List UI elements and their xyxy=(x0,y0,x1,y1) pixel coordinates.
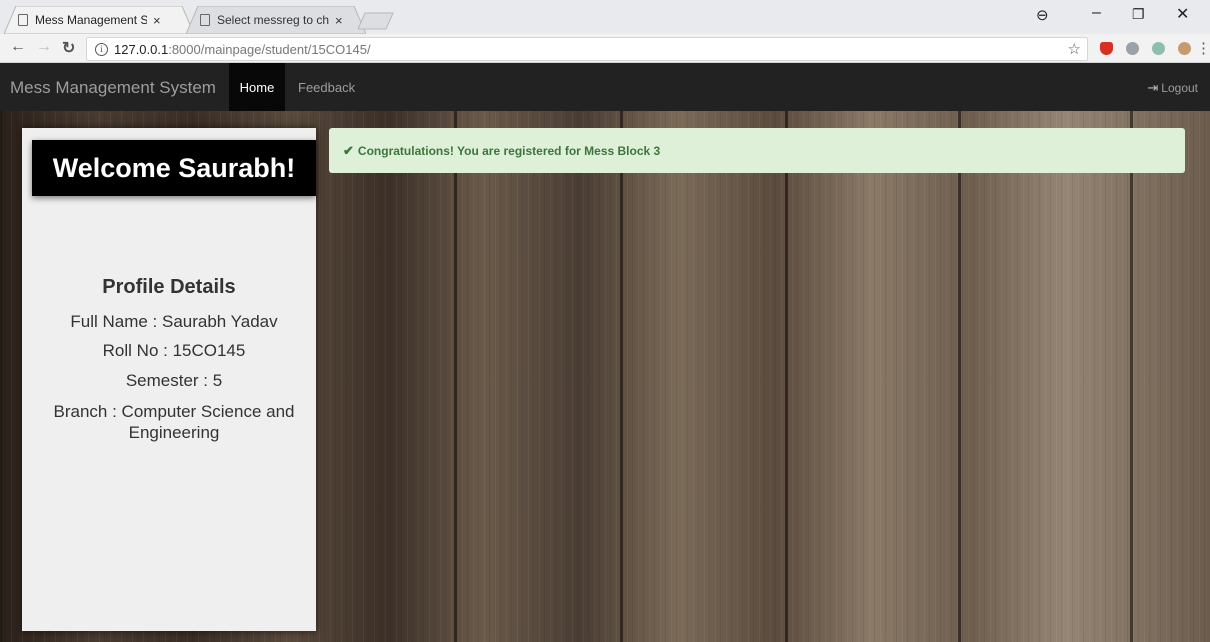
profile-roll-no: Roll No : 15CO145 xyxy=(102,341,246,360)
plank-divider xyxy=(785,111,788,642)
restore-icon[interactable]: ❐ xyxy=(1132,6,1145,23)
profile-icon[interactable]: ⊖ xyxy=(1036,6,1049,24)
plank-divider xyxy=(620,111,623,642)
extension-icon[interactable] xyxy=(1152,42,1165,55)
back-arrow-icon[interactable]: ← xyxy=(10,38,26,56)
shield-extension-icon[interactable] xyxy=(1100,42,1113,55)
menu-icon[interactable]: ⋮ xyxy=(1196,39,1210,57)
logout-link[interactable]: ⇥ Logout xyxy=(1147,80,1198,96)
window-close-icon[interactable]: ✕ xyxy=(1176,4,1189,24)
profile-semester: Semester : 5 xyxy=(125,371,223,390)
extension-icon[interactable] xyxy=(1126,42,1139,55)
nav-feedback[interactable]: Feedback xyxy=(298,80,355,95)
forward-arrow-icon[interactable]: → xyxy=(36,38,52,56)
site-navbar: Mess Management System Home Feedback ⇥ L… xyxy=(0,63,1210,111)
check-icon: ✔ xyxy=(343,142,354,158)
plank-divider xyxy=(1130,111,1133,642)
plank-divider xyxy=(958,111,961,642)
brand-link[interactable]: Mess Management System xyxy=(10,78,216,98)
success-alert: ✔ Congratulations! You are registered fo… xyxy=(329,128,1185,173)
profile-full-name: Full Name : Saurabh Yadav xyxy=(70,312,278,331)
browser-tab-inactive[interactable]: Select messreg to chang × xyxy=(186,6,366,34)
extension-icon[interactable] xyxy=(1178,42,1191,55)
new-tab-button[interactable] xyxy=(358,12,394,30)
logout-icon: ⇥ xyxy=(1147,80,1159,95)
profile-branch: Branch : Computer Science and Engineerin… xyxy=(53,402,295,442)
tab-close-icon[interactable]: × xyxy=(335,13,343,28)
address-bar[interactable]: i 127.0.0.1:8000/mainpage/student/15CO14… xyxy=(86,37,1088,61)
nav-home[interactable]: Home xyxy=(229,63,285,111)
tab-title: Select messreg to chang xyxy=(217,13,329,27)
alert-text: Congratulations! You are registered for … xyxy=(357,143,661,158)
page-icon xyxy=(18,14,28,26)
tab-close-icon[interactable]: × xyxy=(153,13,161,28)
browser-toolbar: ← → ↻ i 127.0.0.1:8000/mainpage/student/… xyxy=(0,34,1210,63)
profile-title: Profile Details xyxy=(102,276,236,298)
page-icon xyxy=(200,14,210,26)
profile-card: Welcome Saurabh! Profile Details Full Na… xyxy=(22,128,316,631)
browser-tabstrip: Mess Management Syste × Select messreg t… xyxy=(0,0,1210,34)
star-icon[interactable]: ☆ xyxy=(1068,40,1081,58)
logout-label: Logout xyxy=(1161,81,1198,95)
minimize-icon[interactable]: – xyxy=(1092,4,1101,22)
tab-title: Mess Management Syste xyxy=(35,13,147,27)
plank-divider xyxy=(454,111,457,642)
url-host: 127.0.0.1 xyxy=(114,41,169,57)
welcome-heading: Welcome Saurabh! xyxy=(32,140,316,196)
info-icon[interactable]: i xyxy=(95,42,108,56)
browser-tab-active[interactable]: Mess Management Syste × xyxy=(4,6,194,34)
reload-icon[interactable]: ↻ xyxy=(62,38,75,58)
url-path: :8000/mainpage/student/15CO145/ xyxy=(168,41,371,57)
